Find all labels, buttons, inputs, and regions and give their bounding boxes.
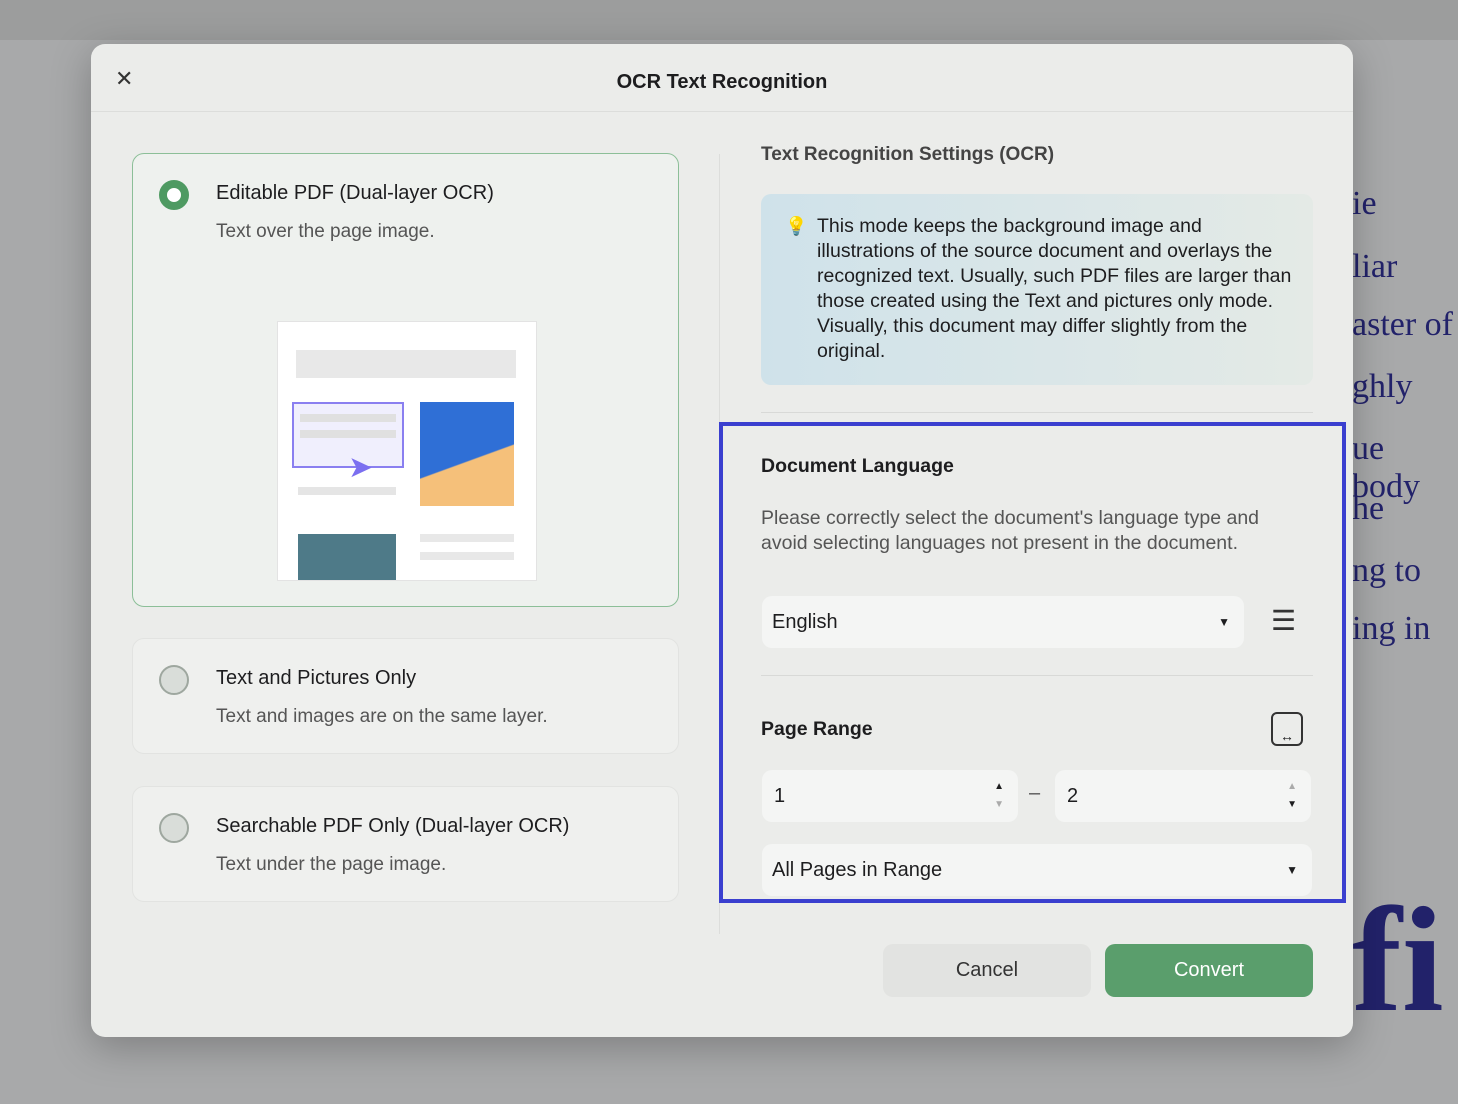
info-box: 💡 This mode keeps the background image a… (761, 194, 1313, 385)
bg-text: ing in (1352, 610, 1431, 647)
radio-unselected[interactable] (159, 813, 189, 843)
option-editable-pdf[interactable]: Editable PDF (Dual-layer OCR) Text over … (132, 153, 679, 607)
close-icon[interactable]: ✕ (115, 66, 133, 92)
app-toolbar (0, 0, 1458, 40)
option-searchable-pdf[interactable]: Searchable PDF Only (Dual-layer OCR) Tex… (132, 786, 679, 902)
document-illustration: ➤ (277, 321, 537, 581)
option-desc: Text over the page image. (216, 221, 435, 242)
lightbulb-icon: 💡 (785, 216, 808, 236)
radio-unselected[interactable] (159, 665, 189, 695)
option-title: Searchable PDF Only (Dual-layer OCR) (216, 815, 570, 837)
option-title: Text and Pictures Only (216, 667, 417, 689)
bg-text: liar (1352, 248, 1398, 285)
bg-text: ie (1352, 185, 1377, 222)
settings-title: Text Recognition Settings (OCR) (761, 144, 1055, 165)
bg-text: ghly (1352, 368, 1413, 405)
bg-text: fi (1352, 877, 1444, 1043)
bg-text: he (1352, 490, 1385, 527)
option-text-pictures[interactable]: Text and Pictures Only Text and images a… (132, 638, 679, 754)
bg-text: ng to (1352, 552, 1421, 589)
bg-text: aster of (1352, 306, 1454, 343)
option-desc: Text under the page image. (216, 854, 447, 875)
info-text: This mode keeps the background image and… (817, 215, 1292, 362)
option-desc: Text and images are on the same layer. (216, 706, 548, 727)
divider (761, 412, 1313, 413)
highlight-box (719, 422, 1346, 903)
radio-selected[interactable] (159, 180, 189, 210)
cancel-button[interactable]: Cancel (883, 944, 1091, 997)
dialog-title: OCR Text Recognition (616, 71, 828, 93)
option-title: Editable PDF (Dual-layer OCR) (216, 182, 494, 204)
ocr-dialog: ✕ OCR Text Recognition Editable PDF (Dua… (91, 44, 1353, 1037)
cursor-icon: ➤ (348, 451, 374, 484)
convert-button[interactable]: Convert (1105, 944, 1313, 997)
